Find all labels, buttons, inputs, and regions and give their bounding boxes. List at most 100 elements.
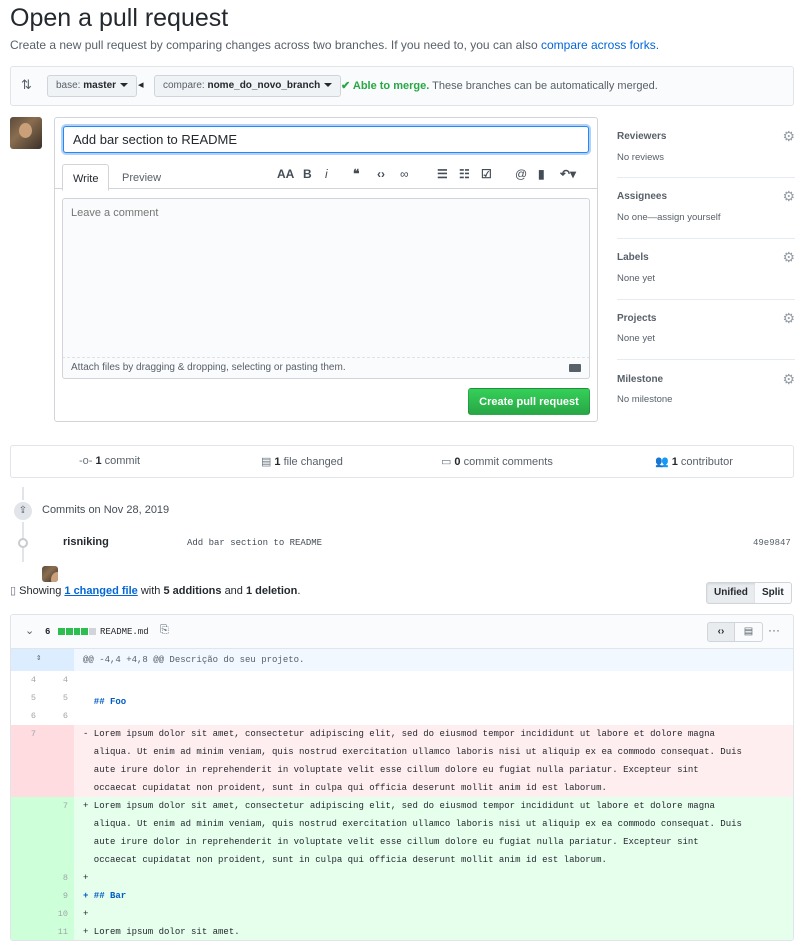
reviewers-heading: Reviewers xyxy=(617,131,667,142)
diff-line-ctx: 66 xyxy=(11,707,793,725)
commits-stat[interactable]: -o- 1 commit xyxy=(79,455,140,467)
diff-line-ctx: 55 ## Foo xyxy=(11,689,793,707)
files-stat[interactable]: ▤ 1 file changed xyxy=(261,455,343,468)
clipboard-icon[interactable]: ⎘ xyxy=(160,624,169,637)
files-label: file changed xyxy=(283,456,343,468)
sidebar-milestone[interactable]: Milestone ⚙ No milestone xyxy=(617,371,795,416)
source-view-button[interactable]: ‹› xyxy=(707,622,735,642)
attach-files[interactable]: Attach files by dragging & dropping, sel… xyxy=(62,358,590,379)
divider xyxy=(617,359,795,360)
comment-textarea[interactable] xyxy=(62,198,590,358)
projects-value: None yet xyxy=(617,333,656,344)
sidebar-projects[interactable]: Projects ⚙ None yet xyxy=(617,310,795,360)
quote-icon[interactable]: ❝ xyxy=(353,167,359,181)
split-view-button[interactable]: Split xyxy=(755,582,792,604)
diff-line-ctx: 44 xyxy=(11,671,793,689)
code-icon[interactable]: ‹› xyxy=(377,167,385,181)
sidebar-labels[interactable]: Labels ⚙ None yet xyxy=(617,249,795,299)
sidebar-assignees[interactable]: Assignees ⚙ No one—assign yourself xyxy=(617,188,795,238)
commit-sha[interactable]: 49e9847 xyxy=(753,538,791,548)
new-line-number[interactable]: 7 xyxy=(43,797,74,815)
timeline-line xyxy=(22,487,24,562)
gear-icon[interactable]: ⚙ xyxy=(782,188,795,205)
diff-line-add: 8 + xyxy=(11,869,793,887)
compare-branch-select[interactable]: compare: nome_do_novo_branch xyxy=(154,75,342,97)
reply-icon[interactable]: ↶▾ xyxy=(560,167,576,181)
repo-push-icon: ⇪ xyxy=(12,500,34,522)
commits-count: 1 xyxy=(95,455,102,467)
new-line-number[interactable]: 8 xyxy=(43,869,74,887)
divider xyxy=(617,238,795,239)
reviewers-value: No reviews xyxy=(617,152,664,163)
diff-code: + xyxy=(83,909,89,919)
diff-code: + Lorem ipsum dolor sit amet, consectetu… xyxy=(83,801,742,865)
tab-preview[interactable]: Preview xyxy=(112,164,171,191)
comments-stat[interactable]: ▭ 0 commit comments xyxy=(441,455,553,468)
old-line-number[interactable]: 4 xyxy=(11,671,42,689)
sidebar-reviewers[interactable]: Reviewers ⚙ No reviews xyxy=(617,128,795,178)
gear-icon[interactable]: ⚙ xyxy=(782,128,795,145)
old-line-number[interactable]: 7 xyxy=(11,725,42,743)
numbered-list-icon[interactable]: ☷ xyxy=(459,167,470,181)
base-value: master xyxy=(83,80,117,91)
new-line-number[interactable]: 4 xyxy=(43,671,74,689)
old-line-number[interactable]: 6 xyxy=(11,707,42,725)
labels-value: None yet xyxy=(617,273,656,284)
bullet-list-icon[interactable]: ☰ xyxy=(437,167,448,181)
commits-label: commit xyxy=(104,455,141,467)
bold-icon[interactable]: B xyxy=(303,167,312,181)
showing-text: Showing xyxy=(19,585,62,597)
labels-heading: Labels xyxy=(617,252,649,263)
task-list-icon[interactable]: ☑ xyxy=(481,167,492,181)
contributors-stat[interactable]: 👥 1 contributor xyxy=(655,455,733,468)
expand-icon[interactable]: ⇕ xyxy=(11,649,74,671)
create-pull-request-button[interactable]: Create pull request xyxy=(468,388,590,415)
new-line-number[interactable]: 6 xyxy=(43,707,74,725)
new-line-number[interactable]: 5 xyxy=(43,689,74,707)
tab-write[interactable]: Write xyxy=(62,164,110,191)
new-line-number[interactable]: 9 xyxy=(43,887,74,905)
commit-author[interactable]: risniking xyxy=(63,536,109,548)
more-options-icon[interactable]: ··· xyxy=(768,623,780,637)
rich-diff-button[interactable]: ▤ xyxy=(735,622,763,642)
diff-line-add: 9 + ## Bar xyxy=(11,887,793,905)
old-line-number[interactable]: 5 xyxy=(11,689,42,707)
pr-title-input[interactable] xyxy=(63,126,589,153)
page-title: Open a pull request xyxy=(10,4,229,32)
and-text: and xyxy=(224,585,243,597)
diff-code: + xyxy=(83,873,89,883)
compare-bar: ⇅ base: master ◂ compare: nome_do_novo_b… xyxy=(10,66,794,106)
subtitle-text: Create a new pull request by comparing c… xyxy=(10,38,538,52)
milestone-heading: Milestone xyxy=(617,374,664,385)
arrow-left-icon: ◂ xyxy=(138,79,144,91)
avatar[interactable] xyxy=(10,117,42,149)
gear-icon[interactable]: ⚙ xyxy=(782,249,795,266)
gear-icon[interactable]: ⚙ xyxy=(782,371,795,388)
new-line-number[interactable]: 10 xyxy=(43,905,74,923)
assignees-value[interactable]: No one—assign yourself xyxy=(617,212,721,223)
commit-author-avatar[interactable] xyxy=(42,566,58,582)
merge-note: These branches can be automatically merg… xyxy=(432,80,658,92)
link-icon[interactable]: ∞ xyxy=(400,167,409,181)
with-text: with xyxy=(140,585,161,597)
mention-icon[interactable]: @ xyxy=(515,167,527,181)
heading-icon[interactable]: AA xyxy=(277,167,294,181)
file-name[interactable]: README.md xyxy=(100,627,149,637)
italic-icon[interactable]: i xyxy=(325,167,328,181)
bookmark-icon[interactable]: ▮ xyxy=(538,167,545,181)
changed-files-link[interactable]: 1 changed file xyxy=(64,585,137,597)
new-line-number[interactable]: 11 xyxy=(43,923,74,940)
file-diff-icon: ▤ xyxy=(261,456,272,468)
additions-count: 5 additions xyxy=(163,585,222,597)
diff-line-add: 11 + Lorem ipsum dolor sit amet. xyxy=(11,923,793,940)
merge-status-label: Able to merge. xyxy=(352,80,430,92)
chevron-down-icon[interactable]: ⌄ xyxy=(25,624,34,637)
files-count: 1 xyxy=(274,456,281,468)
commit-message[interactable]: Add bar section to README xyxy=(187,538,322,548)
commit-dot-icon xyxy=(18,538,28,548)
gear-icon[interactable]: ⚙ xyxy=(782,310,795,327)
hunk-text: @@ -4,4 +4,8 @@ Descrição do seu projeto… xyxy=(83,655,305,665)
unified-view-button[interactable]: Unified xyxy=(706,582,756,604)
compare-forks-link[interactable]: compare across forks. xyxy=(541,38,659,52)
base-branch-select[interactable]: base: master xyxy=(47,75,138,97)
